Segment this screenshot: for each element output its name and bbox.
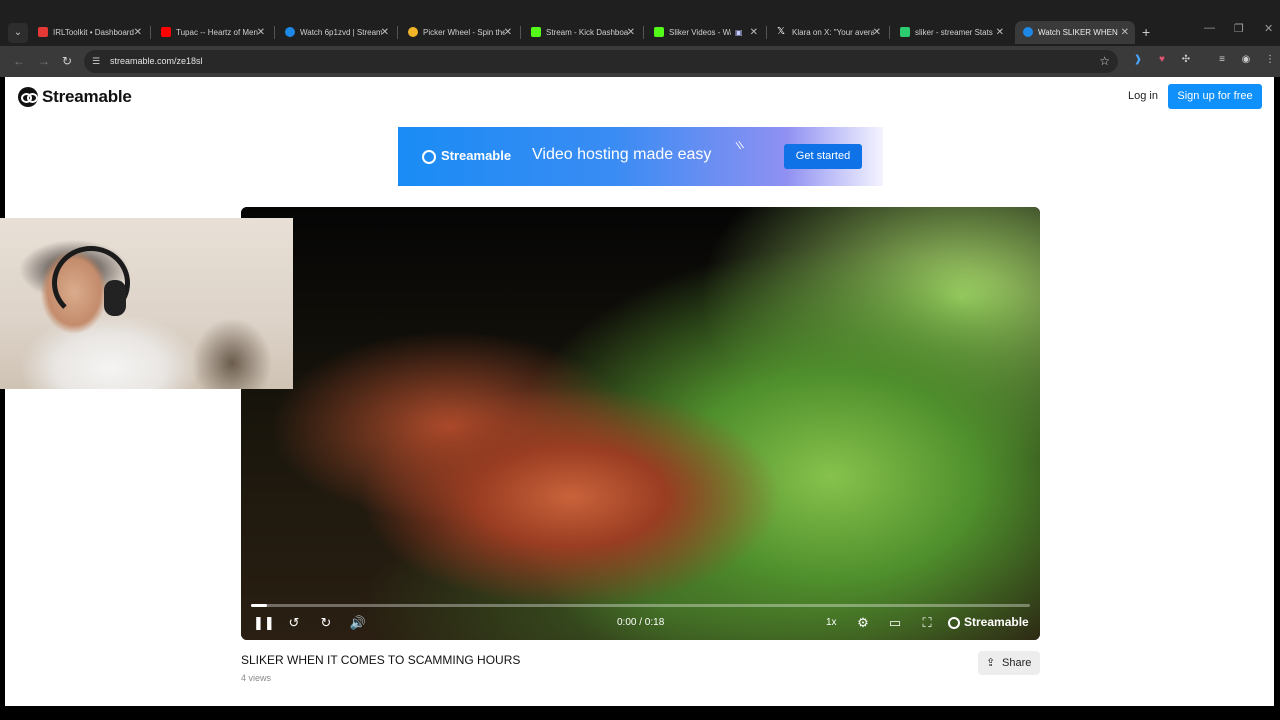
tab-title: Sliker Videos - Watch (669, 28, 731, 37)
browser-tab[interactable]: 𝕏 Klara on X: "Your average..." ✕ (769, 21, 887, 44)
tab-title: sliker - streamer Stats (915, 28, 993, 37)
profile-avatar[interactable]: ◉ (1238, 52, 1254, 68)
browser-toolbar: ← → ↻ ☰ streamable.com/ze18sl ☆ ❱ ♥ ✣ ≡ … (0, 46, 1280, 77)
extension-wave-icon[interactable]: ❱ (1130, 52, 1146, 68)
youtube-icon (161, 27, 171, 37)
media-controls-icon[interactable]: ≡ (1214, 52, 1230, 68)
kick-icon (531, 27, 541, 37)
x-icon: 𝕏 (777, 26, 786, 37)
browser-tab[interactable]: sliker - streamer Stats ✕ (892, 21, 1010, 44)
tab-title: Stream - Kick Dashboard (546, 28, 628, 37)
share-label: Share (1002, 657, 1032, 669)
browser-tab[interactable]: Sliker Videos - Watch ▣ ✕ (646, 21, 764, 44)
fullscreen-icon[interactable]: ⛶ (918, 614, 936, 632)
logo-text: Streamable (42, 87, 132, 106)
banner-brand: Streamable (441, 148, 512, 163)
browser-tab[interactable]: Tupac -- Heartz of Men ✕ (153, 21, 271, 44)
close-icon[interactable]: ✕ (627, 21, 635, 44)
tab-title: IRLToolkit • Dashboard (53, 28, 134, 37)
extension-shield-icon[interactable]: ♥ (1154, 52, 1170, 68)
cast-media-icon: ▣ (735, 28, 743, 37)
browser-tab-strip: ⌄ IRLToolkit • Dashboard ✕ Tupac -- Hear… (0, 0, 1280, 46)
site-info-icon[interactable]: ☰ (92, 56, 103, 67)
promo-banner[interactable]: Streamable Video hosting made easy \\ Ge… (398, 127, 883, 186)
streamable-icon (285, 27, 295, 37)
tab-title: Picker Wheel - Spin the wheel (423, 28, 505, 37)
tab-divider (766, 26, 767, 39)
seek-bar[interactable] (251, 604, 1030, 607)
back-arrow-icon[interactable]: ← (10, 52, 28, 70)
pause-icon[interactable]: ❚❚ (253, 614, 275, 632)
restore-icon[interactable]: ❐ (1234, 22, 1244, 35)
share-icon: ⇪ (986, 657, 996, 669)
video-player[interactable]: ❚❚ ↺ ↻ 🔊 0:00 / 0:18 1x ⚙ ▭ ⛶ Streamable (241, 207, 1040, 640)
extensions-puzzle-icon[interactable]: ✣ (1178, 52, 1194, 68)
login-link[interactable]: Log in (1128, 90, 1158, 102)
tab-title: Watch SLIKER WHEN IT COMES (1038, 28, 1120, 37)
tab-divider (150, 26, 151, 39)
tab-search-chevron-icon[interactable]: ⌄ (8, 23, 28, 43)
streamscharts-icon (900, 27, 910, 37)
reload-icon[interactable]: ↻ (58, 52, 76, 70)
video-frame[interactable] (241, 207, 1040, 640)
get-started-button[interactable]: Get started (784, 144, 862, 169)
rewind-icon[interactable]: ↺ (285, 614, 303, 632)
volume-icon[interactable]: 🔊 (349, 614, 367, 632)
tab-title: Klara on X: "Your average..." (792, 28, 874, 37)
address-bar[interactable]: ☰ streamable.com/ze18sl ☆ (84, 50, 1118, 73)
video-title: SLIKER WHEN IT COMES TO SCAMMING HOURS (241, 653, 521, 667)
close-window-icon[interactable]: ✕ (1264, 22, 1273, 35)
close-icon[interactable]: ✕ (996, 21, 1004, 44)
close-icon[interactable]: ✕ (134, 21, 142, 44)
seek-bar-progress (251, 604, 267, 607)
tab-title: Watch 6p1zvd | Streamable (300, 28, 382, 37)
new-tab-button[interactable]: + (1142, 23, 1150, 41)
fast-forward-icon[interactable]: ↻ (317, 614, 335, 632)
forward-arrow-icon[interactable]: → (35, 52, 53, 70)
picker-wheel-icon (408, 27, 418, 37)
close-icon[interactable]: ✕ (381, 21, 389, 44)
browser-tab[interactable]: Watch 6p1zvd | Streamable ✕ (277, 21, 395, 44)
browser-tab[interactable]: Picker Wheel - Spin the wheel ✕ (400, 21, 518, 44)
bookmark-star-icon[interactable]: ☆ (1099, 50, 1110, 73)
streamable-icon (1023, 27, 1033, 37)
irltoolkit-icon (38, 27, 48, 37)
share-button[interactable]: ⇪ Share (978, 651, 1040, 675)
streamable-logo-icon (18, 87, 38, 107)
minimize-icon[interactable]: — (1204, 22, 1215, 34)
webcam-overlay (0, 218, 293, 389)
settings-gear-icon[interactable]: ⚙ (854, 614, 872, 632)
tab-divider (274, 26, 275, 39)
time-display: 0:00 / 0:18 (617, 617, 665, 628)
browser-tab[interactable]: IRLToolkit • Dashboard ✕ (30, 21, 148, 44)
signup-button[interactable]: Sign up for free (1168, 84, 1262, 109)
browser-tab-active[interactable]: Watch SLIKER WHEN IT COMES ✕ (1015, 21, 1135, 44)
tab-divider (397, 26, 398, 39)
streamable-icon (422, 150, 436, 164)
browser-tab[interactable]: Stream - Kick Dashboard ✕ (523, 21, 641, 44)
streamable-icon (948, 617, 960, 629)
close-icon[interactable]: ✕ (750, 21, 758, 44)
tab-divider (889, 26, 890, 39)
player-brand-link[interactable]: Streamable (964, 615, 1029, 629)
tab-title: Tupac -- Heartz of Men (176, 28, 258, 37)
close-icon[interactable]: ✕ (257, 21, 265, 44)
playback-speed-button[interactable]: 1x (826, 617, 837, 628)
view-count: 4 views (241, 673, 272, 683)
close-icon[interactable]: ✕ (873, 21, 881, 44)
headset-earcup-graphic (104, 280, 126, 316)
screen: ⌄ IRLToolkit • Dashboard ✕ Tupac -- Hear… (0, 0, 1280, 720)
sparkle-icon: \\ (735, 139, 745, 153)
tab-divider (520, 26, 521, 39)
tab-divider (643, 26, 644, 39)
close-icon[interactable]: ✕ (504, 21, 512, 44)
banner-tagline: Video hosting made easy (532, 146, 712, 163)
url-text[interactable]: streamable.com/ze18sl (110, 50, 203, 73)
close-icon[interactable]: ✕ (1121, 21, 1129, 44)
picture-in-picture-icon[interactable]: ▭ (886, 614, 904, 632)
web-page: Streamable Log in Sign up for free Strea… (5, 77, 1274, 706)
kick-icon (654, 27, 664, 37)
kebab-menu-icon[interactable]: ⋮ (1262, 52, 1278, 68)
